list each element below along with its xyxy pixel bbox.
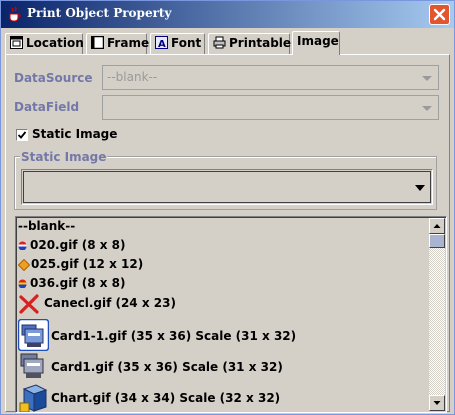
chevron-down-icon <box>422 76 432 81</box>
list-item[interactable]: Card1.gif (35 x 36) Scale (31 x 32) <box>18 353 283 378</box>
image-list-scrollbar[interactable] <box>429 218 445 411</box>
list-item[interactable]: 020.gif (8 x 8) <box>18 238 125 252</box>
tab-image-label: Image <box>297 34 339 48</box>
tab-font[interactable]: A Font <box>150 33 205 54</box>
close-button[interactable] <box>429 4 450 25</box>
scroll-up-button[interactable] <box>429 218 445 234</box>
chevron-down-icon <box>415 185 425 191</box>
datafield-label: DataField <box>14 100 80 114</box>
static-image-combo[interactable] <box>21 169 433 205</box>
list-item-label: Canecl.gif (24 x 23) <box>44 296 176 310</box>
list-item-label: Card1.gif (35 x 36) Scale (31 x 32) <box>51 360 283 374</box>
datafield-combo[interactable] <box>102 95 439 120</box>
title-bar[interactable]: Print Object Property <box>1 1 454 28</box>
tricolor-dot-icon <box>18 241 27 250</box>
card-reader-icon <box>20 353 44 378</box>
tricolor-dot-icon <box>18 279 27 288</box>
window-title: Print Object Property <box>27 6 172 20</box>
list-item[interactable]: --blank-- <box>18 219 75 233</box>
frame-icon <box>91 36 104 49</box>
coffee-cup-icon <box>9 6 21 22</box>
list-item-label: Chart.gif (34 x 34) Scale (32 x 32) <box>51 391 281 405</box>
list-item-label: 020.gif (8 x 8) <box>30 238 126 252</box>
tab-image[interactable]: Image <box>292 31 340 55</box>
datasource-combo[interactable]: --blank-- <box>102 65 439 90</box>
card-reader-selected-icon <box>18 319 49 351</box>
static-image-group-title: Static Image <box>20 150 108 164</box>
close-icon <box>433 8 446 21</box>
chart-cube-icon <box>19 384 48 412</box>
image-tab-panel: DataSource --blank-- DataField Static Im… <box>5 54 450 413</box>
tab-frame-label: Frame <box>107 36 150 50</box>
list-item[interactable]: Canecl.gif (24 x 23) <box>18 294 176 314</box>
static-image-checkbox[interactable] <box>16 129 28 141</box>
tab-printable[interactable]: Printable <box>208 33 292 54</box>
location-icon <box>10 36 23 49</box>
tab-font-label: Font <box>171 36 202 50</box>
image-list[interactable]: --blank-- 020.gif (8 x 8) 025.gif (12 x … <box>15 216 447 413</box>
red-x-icon <box>19 294 39 314</box>
list-item[interactable]: Card1-1.gif (35 x 36) Scale (31 x 32) <box>18 319 297 351</box>
list-item-label: --blank-- <box>18 219 76 233</box>
datasource-value: --blank-- <box>107 70 158 84</box>
list-item-label: 036.gif (8 x 8) <box>30 276 126 290</box>
arrow-down-icon <box>433 401 441 405</box>
checkmark-icon <box>17 131 27 139</box>
static-image-checkbox-label: Static Image <box>32 127 118 141</box>
tab-strip: Location Frame A Font Printable Image <box>5 31 450 55</box>
scroll-down-button[interactable] <box>429 395 445 411</box>
font-icon: A <box>155 36 168 49</box>
scroll-thumb[interactable] <box>429 234 445 248</box>
tab-printable-label: Printable <box>229 36 292 50</box>
arrow-up-icon <box>433 224 441 228</box>
tab-location-label: Location <box>26 36 84 50</box>
svg-text:A: A <box>158 39 166 49</box>
datasource-label: DataSource <box>14 71 93 85</box>
printer-icon <box>213 36 226 49</box>
static-image-combo-field <box>23 171 431 203</box>
list-item[interactable]: 036.gif (8 x 8) <box>18 276 125 290</box>
tab-frame[interactable]: Frame <box>86 33 150 54</box>
tab-location[interactable]: Location <box>5 33 84 54</box>
list-item-label: 025.gif (12 x 12) <box>31 257 144 271</box>
orange-diamond-icon <box>18 259 30 271</box>
list-item-label: Card1-1.gif (35 x 36) Scale (31 x 32) <box>51 329 297 343</box>
dialog-window: Print Object Property Location Frame A F… <box>0 0 455 415</box>
chevron-down-icon <box>422 106 432 111</box>
list-item[interactable]: 025.gif (12 x 12) <box>18 257 143 271</box>
list-item[interactable]: Chart.gif (34 x 34) Scale (32 x 32) <box>18 384 281 412</box>
